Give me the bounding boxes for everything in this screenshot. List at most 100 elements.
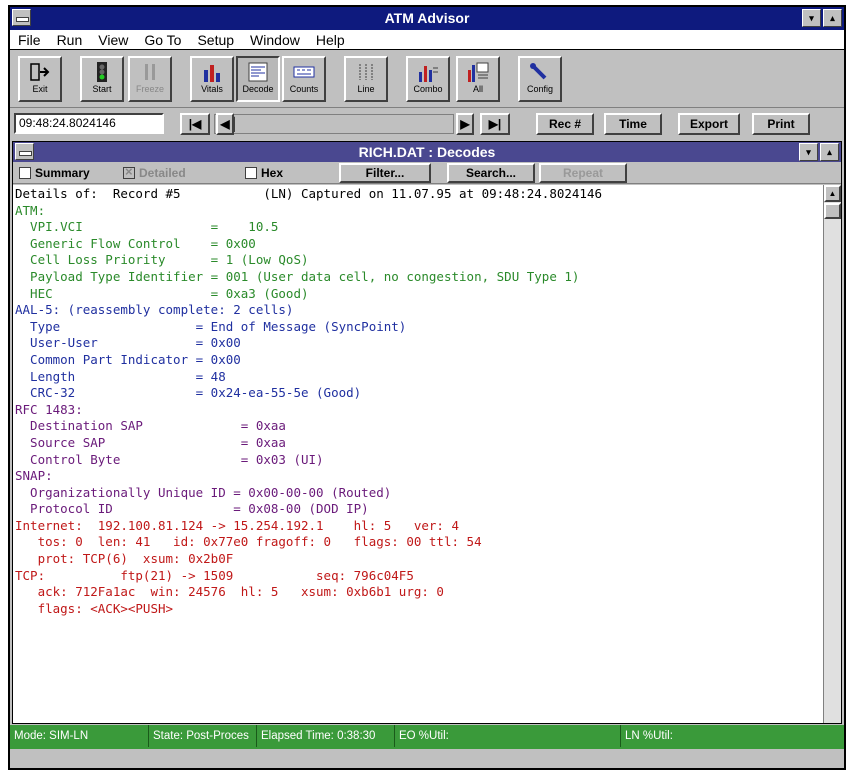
decode-vertical-scrollbar[interactable]: ▲	[823, 185, 841, 723]
counts-label: Counts	[289, 84, 319, 94]
menu-help[interactable]: Help	[308, 30, 353, 50]
decode-line: Destination SAP = 0xaa	[15, 418, 286, 434]
prev-record-button[interactable]: ◀	[216, 113, 234, 135]
toolbar: Exit Start Freeze Vitals Decode Counts L…	[10, 50, 844, 108]
start-button[interactable]: Start	[80, 56, 124, 102]
decode-line: tos: 0 len: 41 id: 0x77e0 fragoff: 0 fla…	[15, 534, 482, 550]
decode-line: Control Byte = 0x03 (UI)	[15, 451, 324, 467]
vitals-label: Vitals	[201, 84, 223, 94]
export-button[interactable]: Export	[678, 113, 740, 135]
system-menu-icon[interactable]	[12, 9, 31, 26]
decodes-minimize-button[interactable]: ▾	[799, 143, 818, 161]
decode-line: VPI.VCI = 10.5	[15, 219, 279, 235]
rec-number-button[interactable]: Rec #	[536, 113, 594, 135]
exit-button[interactable]: Exit	[18, 56, 62, 102]
wrench-icon	[529, 62, 551, 82]
decode-line: ack: 712Fa1ac win: 24576 hl: 5 xsum: 0xb…	[15, 584, 444, 600]
decodes-maximize-button[interactable]: ▴	[820, 143, 839, 161]
decodes-system-menu-icon[interactable]	[15, 143, 34, 160]
decode-line: Organizationally Unique ID = 0x00-00-00 …	[15, 484, 392, 500]
menu-bar: File Run View Go To Setup Window Help	[10, 30, 844, 50]
decode-line: Payload Type Identifier = 001 (User data…	[15, 268, 580, 284]
decode-line: ATM:	[15, 202, 46, 218]
decode-line: Internet: 192.100.81.124 -> 15.254.192.1…	[15, 517, 460, 533]
combo-chart-icon	[417, 62, 439, 82]
start-label: Start	[92, 84, 112, 94]
detailed-checkbox[interactable]: Detailed	[123, 165, 186, 180]
freeze-button[interactable]: Freeze	[128, 56, 172, 102]
menu-run[interactable]: Run	[49, 30, 91, 50]
main-window: ATM Advisor ▾ ▴ File Run View Go To Setup Win…	[8, 5, 846, 770]
freeze-label: Freeze	[135, 84, 164, 94]
summary-checkbox[interactable]: Summary	[19, 166, 90, 180]
decode-line: SNAP:	[15, 468, 53, 484]
counter-icon	[293, 62, 315, 82]
decode-line: Common Part Indicator = 0x00	[15, 351, 241, 367]
record-scrollbar[interactable]	[214, 114, 454, 134]
decode-line: Length = 48	[15, 368, 226, 384]
config-button[interactable]: Config	[518, 56, 562, 102]
filter-button[interactable]: Filter...	[339, 163, 431, 183]
scroll-thumb[interactable]	[824, 203, 841, 219]
decode-line: Cell Loss Priority = 1 (Low QoS)	[15, 252, 309, 268]
exit-label: Exit	[32, 84, 48, 94]
bar-chart-icon	[201, 62, 223, 82]
decode-line: HEC = 0xa3 (Good)	[15, 285, 309, 301]
decode-line: Details of: Record #5 (LN) Captured on 1…	[15, 186, 602, 201]
decode-line: Source SAP = 0xaa	[15, 434, 286, 450]
search-button[interactable]: Search...	[447, 163, 535, 183]
minimize-button[interactable]: ▾	[802, 9, 821, 27]
detailed-label: Detailed	[139, 166, 186, 180]
menu-view[interactable]: View	[90, 30, 136, 50]
all-label: All	[472, 84, 483, 94]
traffic-light-icon	[91, 62, 113, 82]
decode-line: User-User = 0x00	[15, 335, 241, 351]
decode-line: TCP: ftp(21) -> 1509 seq: 796c04F5	[15, 567, 414, 583]
line-grid-icon	[355, 62, 377, 82]
hex-checkbox[interactable]: Hex	[245, 166, 283, 180]
first-record-button[interactable]: |◀	[180, 113, 210, 135]
time-button[interactable]: Time	[604, 113, 662, 135]
timestamp-field[interactable]: 09:48:24.8024146	[14, 113, 164, 134]
vitals-button[interactable]: Vitals	[190, 56, 234, 102]
status-mode: Mode: SIM-LN	[14, 730, 89, 742]
print-button[interactable]: Print	[752, 113, 810, 135]
menu-setup[interactable]: Setup	[189, 30, 242, 50]
counts-button[interactable]: Counts	[282, 56, 326, 102]
repeat-button[interactable]: Repeat	[539, 163, 627, 183]
status-bar: Mode: SIM-LN State: Post-Proces Elapsed …	[10, 725, 844, 749]
decodes-title-bar: RICH.DAT : Decodes ▾ ▴	[13, 142, 841, 162]
detailed-checkbox-box[interactable]	[123, 165, 135, 179]
hex-label: Hex	[261, 166, 284, 180]
decode-label: Decode	[242, 84, 274, 94]
menu-file[interactable]: File	[10, 30, 49, 50]
exit-icon	[29, 62, 51, 82]
decode-line: AAL-5: (reassembly complete: 2 cells)	[15, 302, 294, 318]
menu-goto[interactable]: Go To	[136, 30, 189, 50]
app-title: ATM Advisor	[384, 10, 470, 26]
title-bar: ATM Advisor ▾ ▴	[10, 7, 844, 30]
decodes-window: RICH.DAT : Decodes ▾ ▴ Summary Detailed …	[12, 141, 842, 724]
status-ln-util: LN %Util:	[620, 725, 673, 747]
document-list-icon	[247, 62, 269, 82]
maximize-button[interactable]: ▴	[823, 9, 842, 27]
hex-checkbox-box[interactable]	[245, 167, 257, 179]
decode-line: RFC 1483:	[15, 401, 83, 417]
menu-window[interactable]: Window	[242, 30, 308, 50]
summary-checkbox-box[interactable]	[19, 167, 31, 179]
summary-label: Summary	[35, 166, 90, 180]
last-record-button[interactable]: ▶|	[480, 113, 510, 135]
decode-line: Protocol ID = 0x08-00 (DOD IP)	[15, 501, 369, 517]
next-record-button[interactable]: ▶	[456, 113, 474, 135]
decodes-title: RICH.DAT : Decodes	[358, 144, 496, 160]
line-button[interactable]: Line	[344, 56, 388, 102]
combo-button[interactable]: Combo	[406, 56, 450, 102]
decode-text-area[interactable]: Details of: Record #5 (LN) Captured on 1…	[13, 185, 823, 723]
status-eo-util: EO %Util:	[394, 725, 449, 747]
navigation-bar: 09:48:24.8024146 |◀ ◀ ▶ ▶| Rec # Time Ex…	[10, 109, 844, 139]
decode-button[interactable]: Decode	[236, 56, 280, 102]
all-button[interactable]: All	[456, 56, 500, 102]
scroll-up-icon[interactable]: ▲	[824, 185, 841, 202]
config-label: Config	[526, 84, 553, 94]
all-views-icon	[467, 62, 489, 82]
